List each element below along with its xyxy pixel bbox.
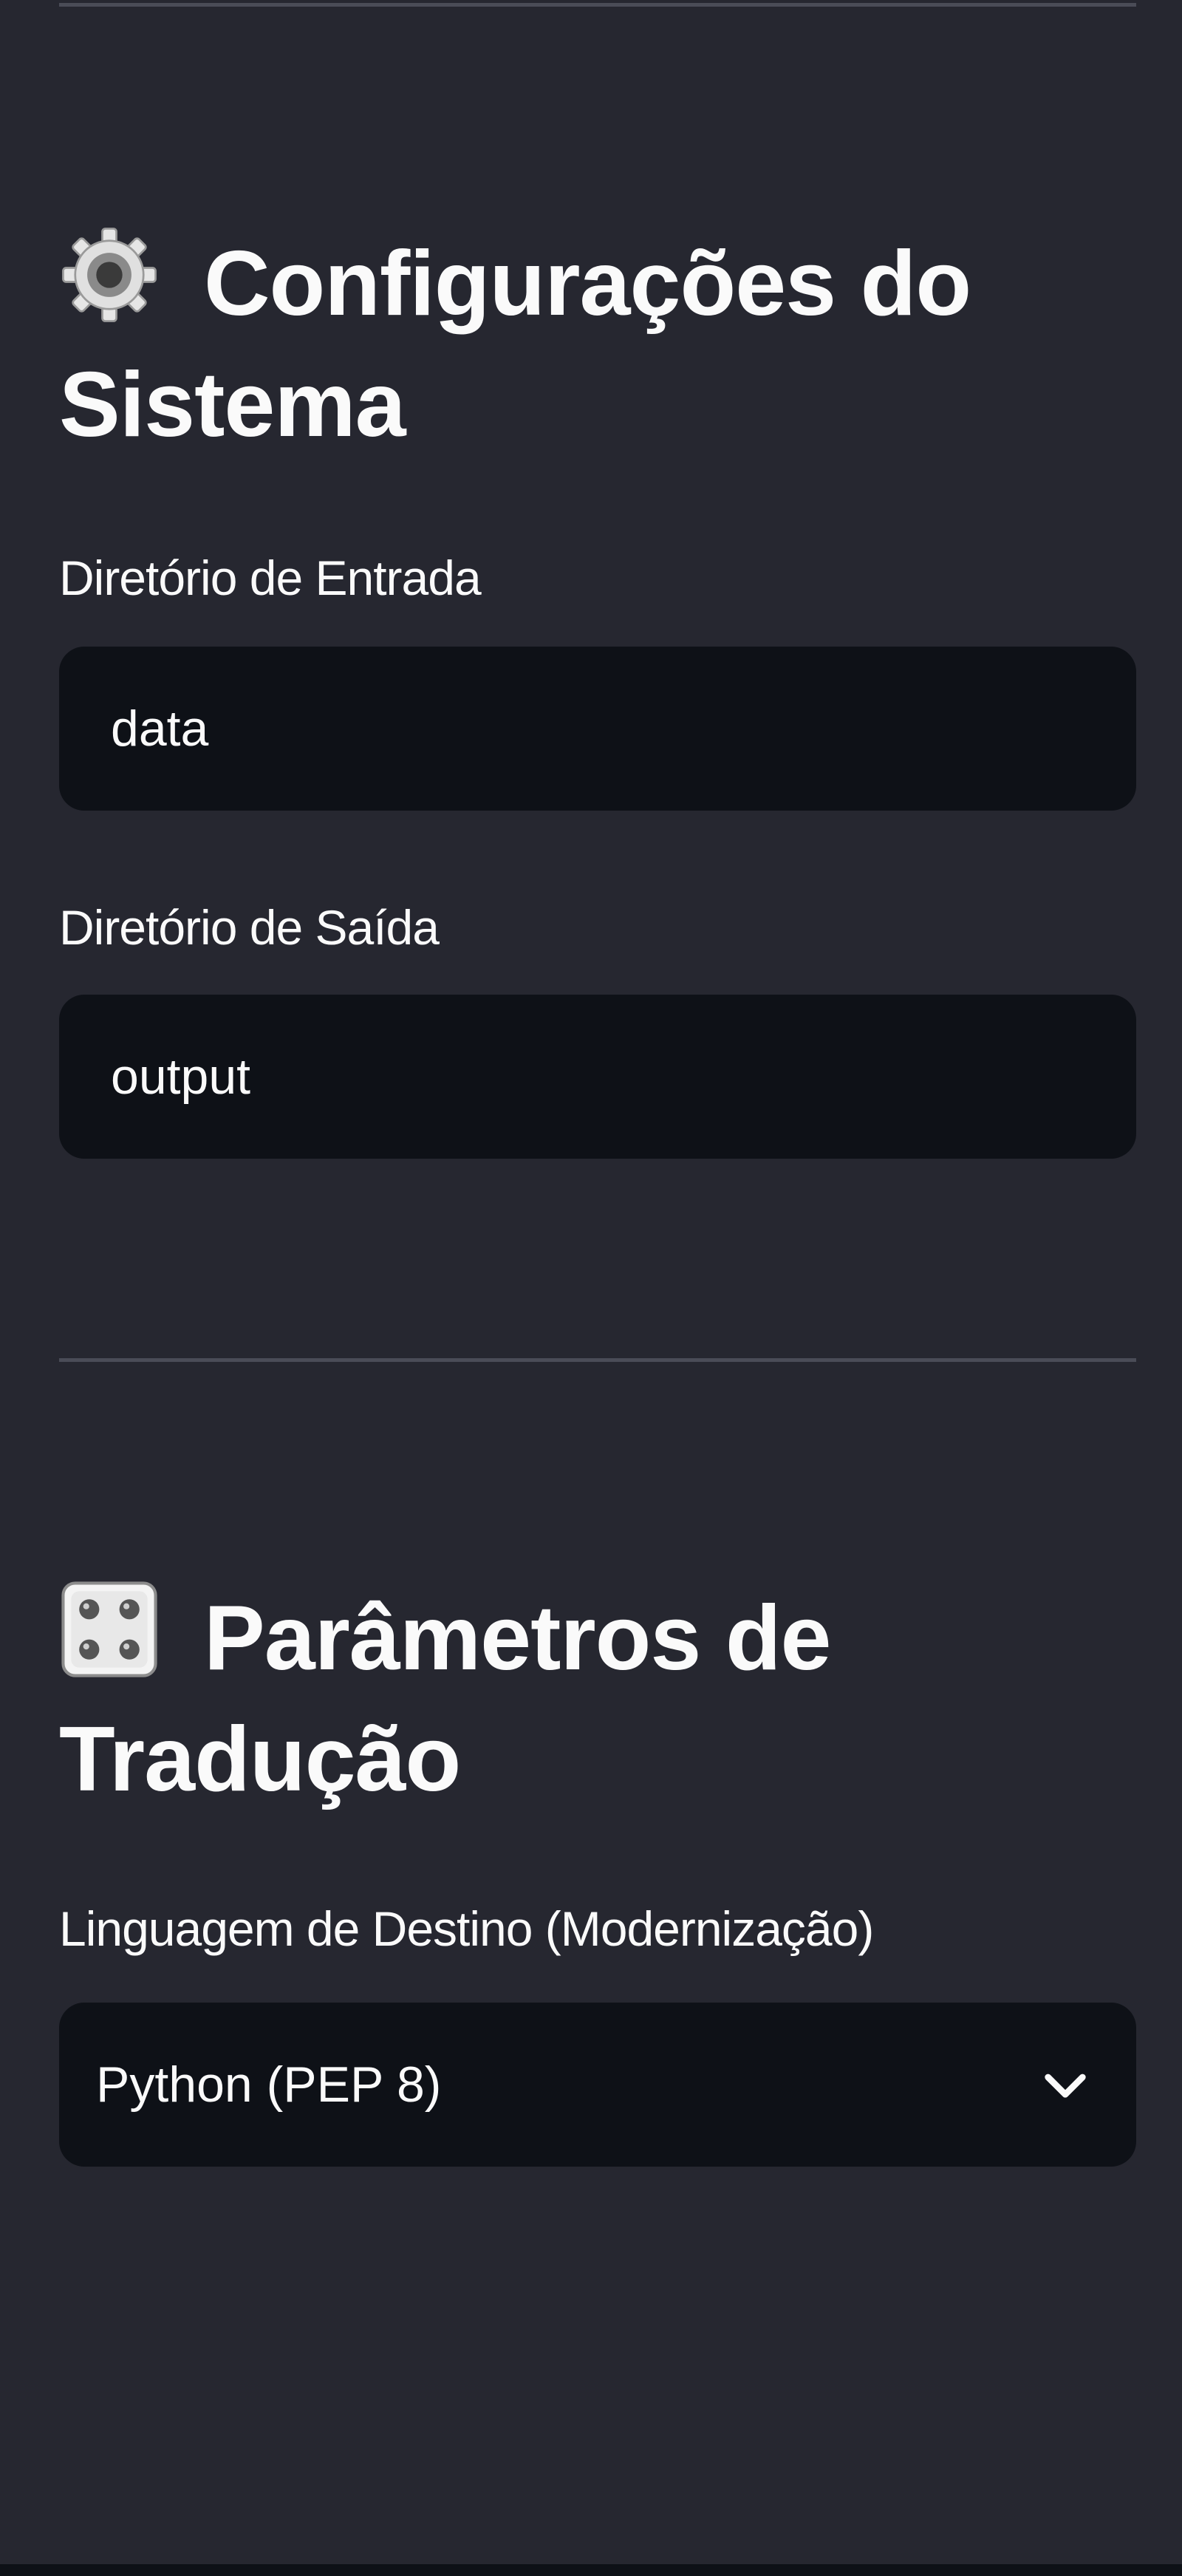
target-language-selected: Python (PEP 8)	[96, 2057, 442, 2113]
output-dir-field[interactable]	[59, 995, 1136, 1159]
section-title-translation-params: Parâmetros de Tradução	[59, 1578, 1152, 1820]
section-title-label: Parâmetros de Tradução	[59, 1587, 832, 1810]
sidebar: Configurações do Sistema Diretório de En…	[0, 0, 1182, 2564]
input-dir-label: Diretório de Entrada	[59, 551, 482, 605]
target-language-select[interactable]: Python (PEP 8)	[59, 2003, 1136, 2167]
bottom-edge	[0, 2564, 1182, 2576]
dice-icon	[59, 1579, 160, 1680]
output-dir-label: Diretório de Saída	[59, 900, 440, 955]
chevron-down-icon	[1045, 2074, 1086, 2098]
input-dir-field[interactable]	[59, 647, 1136, 811]
section-title-label: Configurações do Sistema	[59, 233, 971, 456]
gear-icon	[59, 225, 160, 325]
section-title-system-settings: Configurações do Sistema	[59, 223, 1152, 466]
divider	[59, 1358, 1136, 1362]
divider	[59, 3, 1136, 7]
target-language-label: Linguagem de Destino (Modernização)	[59, 1901, 874, 1956]
